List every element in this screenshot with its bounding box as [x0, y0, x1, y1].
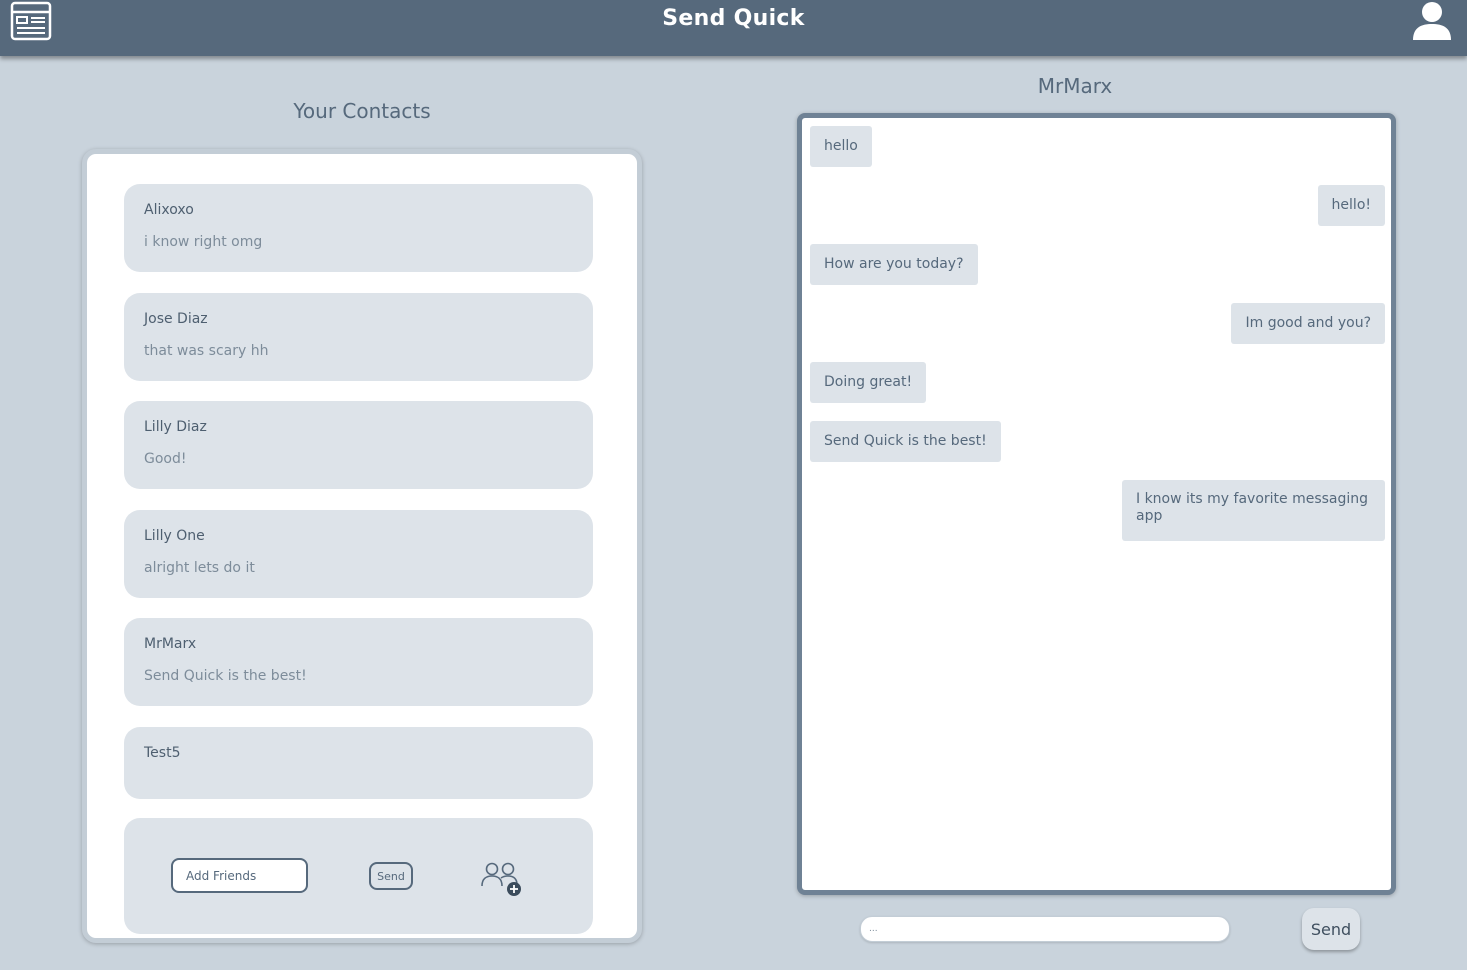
message-incoming: hello: [810, 126, 872, 167]
message-outgoing: I know its my favorite messaging app: [1122, 480, 1385, 541]
contact-last-message: Good!: [144, 451, 187, 467]
add-friends-panel: Send: [124, 818, 593, 934]
contact-name: Lilly One: [144, 528, 205, 544]
contacts-heading: Your Contacts: [293, 99, 431, 123]
contact-card-mrmarx[interactable]: MrMarx Send Quick is the best!: [124, 618, 593, 706]
message-incoming: Send Quick is the best!: [810, 421, 1001, 462]
contact-card-jose-diaz[interactable]: Jose Diaz that was scary hh: [124, 293, 593, 381]
message-outgoing: Im good and you?: [1231, 303, 1385, 344]
chat-panel: hello hello! How are you today? Im good …: [797, 113, 1396, 895]
contact-card-lilly-diaz[interactable]: Lilly Diaz Good!: [124, 401, 593, 489]
contact-name: Jose Diaz: [144, 311, 208, 327]
contact-last-message: alright lets do it: [144, 560, 255, 576]
contact-name: Alixoxo: [144, 202, 194, 218]
contact-last-message: that was scary hh: [144, 343, 269, 359]
add-friends-send-button[interactable]: Send: [369, 862, 413, 890]
add-friends-input[interactable]: [171, 858, 308, 893]
contact-card-alixoxo[interactable]: Alixoxo i know right omg: [124, 184, 593, 272]
contact-card-lilly-one[interactable]: Lilly One alright lets do it: [124, 510, 593, 598]
message-incoming: How are you today?: [810, 244, 978, 285]
contact-last-message: Send Quick is the best!: [144, 668, 307, 684]
contact-last-message: i know right omg: [144, 234, 263, 250]
app-title: Send Quick: [662, 6, 805, 31]
contact-card-test5[interactable]: Test5: [124, 727, 593, 799]
user-icon[interactable]: [1411, 0, 1453, 42]
contact-name: MrMarx: [144, 636, 197, 652]
add-friends-icon[interactable]: [481, 862, 523, 898]
contact-name: Lilly Diaz: [144, 419, 207, 435]
contacts-panel: Alixoxo i know right omg Jose Diaz that …: [82, 149, 642, 943]
top-bar: Send Quick: [0, 0, 1467, 56]
send-message-button[interactable]: Send: [1302, 908, 1360, 950]
message-outgoing: hello!: [1317, 185, 1385, 226]
contact-name: Test5: [144, 745, 181, 761]
message-input[interactable]: [860, 916, 1230, 942]
chat-contact-name: MrMarx: [1037, 74, 1113, 98]
message-incoming: Doing great!: [810, 362, 927, 403]
